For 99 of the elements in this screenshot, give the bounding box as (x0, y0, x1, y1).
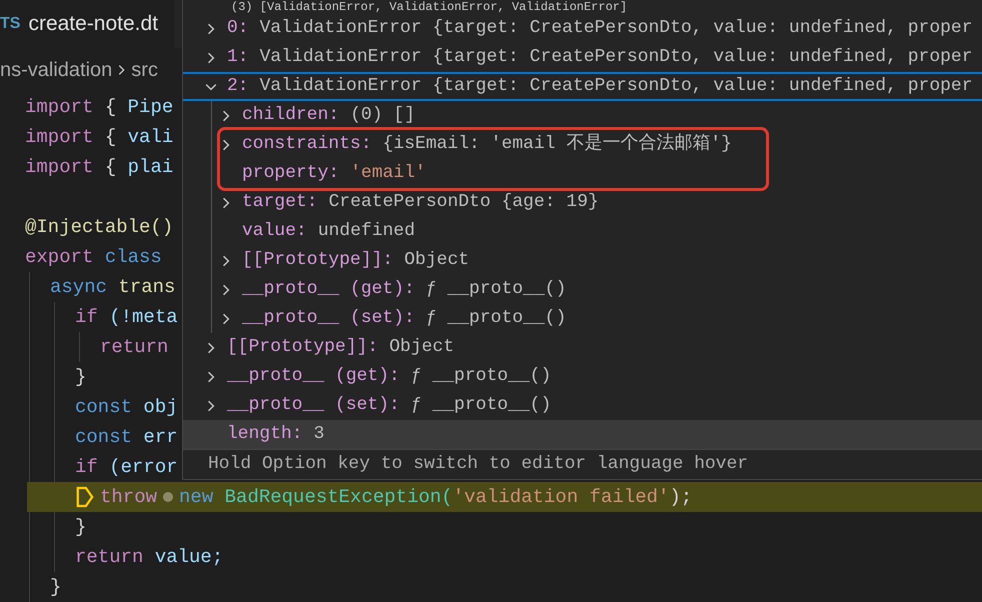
property-name: value: (242, 220, 307, 243)
tree-row[interactable]: 1: ValidationError {target: CreatePersonDto, value: undefined, proper (183, 43, 982, 72)
code-token: } (50, 574, 62, 600)
code-token: import (25, 94, 94, 120)
property-name: property: (242, 162, 340, 185)
property-value: Object (389, 336, 454, 359)
chevron-right-icon[interactable] (220, 282, 232, 296)
breadcrumb-item[interactable]: src (131, 55, 158, 85)
property-name: [[Prototype]]: (227, 336, 378, 359)
property-value: ValidationError {target: CreatePersonDto, value: undefined, proper (260, 17, 973, 40)
code-token: err (142, 424, 178, 450)
code-token: value; (154, 544, 224, 570)
property-value: {isEmail: 'email 不是一个合法邮箱'} (382, 132, 732, 156)
chevron-right-icon[interactable] (220, 254, 232, 268)
code-token: trans (117, 274, 176, 300)
tree-row[interactable]: __proto__ (get): ƒ __proto__() (183, 275, 982, 304)
tree-row[interactable]: 0: ValidationError {target: CreatePersonDto, value: undefined, proper (183, 14, 982, 43)
code-token: ); (669, 484, 692, 510)
breadcrumb-item[interactable]: ns-validation (0, 55, 112, 85)
hover-header: (3) [ValidationError, ValidationError, ValidationError] (230, 0, 628, 14)
tree-row[interactable]: value: undefined (183, 217, 982, 246)
chevron-right-icon[interactable] (220, 108, 232, 122)
tree-row[interactable]: target: CreatePersonDto {age: 19} (183, 188, 982, 217)
code-token: { (104, 94, 116, 120)
property-value: ValidationError {target: CreatePersonDto, value: undefined, proper (260, 75, 973, 98)
current-line-pointer-icon (76, 486, 94, 508)
code-token: export (25, 244, 94, 270)
tree-row[interactable]: __proto__ (set): ƒ __proto__() (183, 391, 982, 420)
code-token: class (104, 244, 162, 270)
property-name: constraints: (242, 133, 372, 156)
property-name: 2: (227, 75, 249, 98)
chevron-right-icon[interactable] (205, 50, 217, 64)
property-name: [[Prototype]]: (242, 249, 394, 272)
property-name: children: (242, 104, 340, 127)
file-type-label: TS (0, 14, 20, 34)
tree-row[interactable]: length: 3 (183, 420, 982, 449)
code-token: async (50, 274, 108, 300)
tree-row[interactable]: __proto__ (set): ƒ __proto__() (183, 304, 982, 333)
code-token: { (104, 154, 116, 180)
property-name: __proto__ (set): (242, 307, 415, 330)
tree-row[interactable]: __proto__ (get): ƒ __proto__() (183, 362, 982, 391)
inline-breakpoint-icon[interactable] (163, 492, 174, 502)
code-token: const (75, 424, 132, 450)
code-token: vali (126, 124, 174, 150)
code-token: new (179, 484, 214, 510)
code-token: if (75, 454, 98, 480)
code-token: (!meta (108, 304, 178, 330)
hover-footer-hint: Hold Option key to switch to editor language hover (183, 449, 982, 479)
property-name: 0: (227, 17, 249, 40)
code-token: return (75, 544, 144, 570)
code-token: 'validation failed' (452, 484, 670, 510)
code-token: if (75, 304, 98, 330)
code-token: } (75, 364, 86, 390)
code-token: const (75, 394, 132, 420)
chevron-right-icon[interactable] (205, 370, 217, 384)
property-name: target: (242, 191, 318, 214)
property-value: ƒ __proto__() (410, 365, 552, 388)
property-name: __proto__ (get): (242, 278, 415, 301)
property-value: (0) [] (350, 104, 416, 127)
code-token: import (25, 154, 94, 180)
tree-row[interactable]: constraints: {isEmail: 'email 不是一个合法邮箱'} (220, 130, 766, 159)
property-name: __proto__ (set): (227, 394, 400, 417)
chevron-right-icon[interactable] (205, 340, 217, 354)
code-token: } (75, 514, 86, 540)
chevron-right-icon[interactable] (205, 22, 217, 36)
property-name: length: (227, 423, 303, 446)
tree-row[interactable]: 2: ValidationError {target: CreatePersonDto, value: undefined, proper (183, 72, 982, 101)
tree-row[interactable]: property: 'email' (220, 159, 766, 188)
property-value: undefined (318, 220, 416, 243)
property-value: CreatePersonDto {age: 19} (328, 191, 599, 214)
code-token: @Injectable() (25, 214, 174, 240)
code-token: BadRequestException( (224, 484, 453, 510)
code-token: plai (126, 154, 174, 180)
property-value: ƒ __proto__() (426, 307, 566, 330)
property-value: ƒ __proto__() (410, 394, 552, 417)
code-token: obj (142, 394, 178, 420)
code-token: import (25, 124, 94, 150)
property-value: 'email' (350, 162, 426, 185)
chevron-right-icon[interactable] (205, 398, 217, 412)
chevron-right-icon[interactable] (220, 138, 232, 152)
code-token: return (100, 334, 168, 360)
tab-label: create-note.dt (28, 11, 160, 38)
property-value: ƒ __proto__() (426, 278, 566, 301)
property-value: 3 (314, 423, 324, 446)
property-value: ValidationError {target: CreatePersonDto, value: undefined, proper (260, 46, 973, 69)
chevron-right-icon[interactable] (116, 63, 128, 77)
property-name: 1: (227, 46, 249, 69)
code-token: { (104, 124, 116, 150)
code-token: (error (108, 454, 178, 480)
tree-row[interactable]: [[Prototype]]: Object (183, 246, 982, 275)
chevron-right-icon[interactable] (220, 312, 232, 326)
code-token: Pipe (126, 94, 174, 120)
tree-row[interactable]: children: (0) [] (183, 101, 982, 130)
chevron-right-icon[interactable] (220, 196, 232, 210)
property-value: Object (404, 249, 470, 272)
code-token: throw (100, 484, 158, 510)
editor-tab[interactable]: TS create-note.dt (0, 0, 174, 48)
tree-row[interactable]: [[Prototype]]: Object (183, 333, 982, 362)
property-name: __proto__ (get): (227, 365, 400, 388)
